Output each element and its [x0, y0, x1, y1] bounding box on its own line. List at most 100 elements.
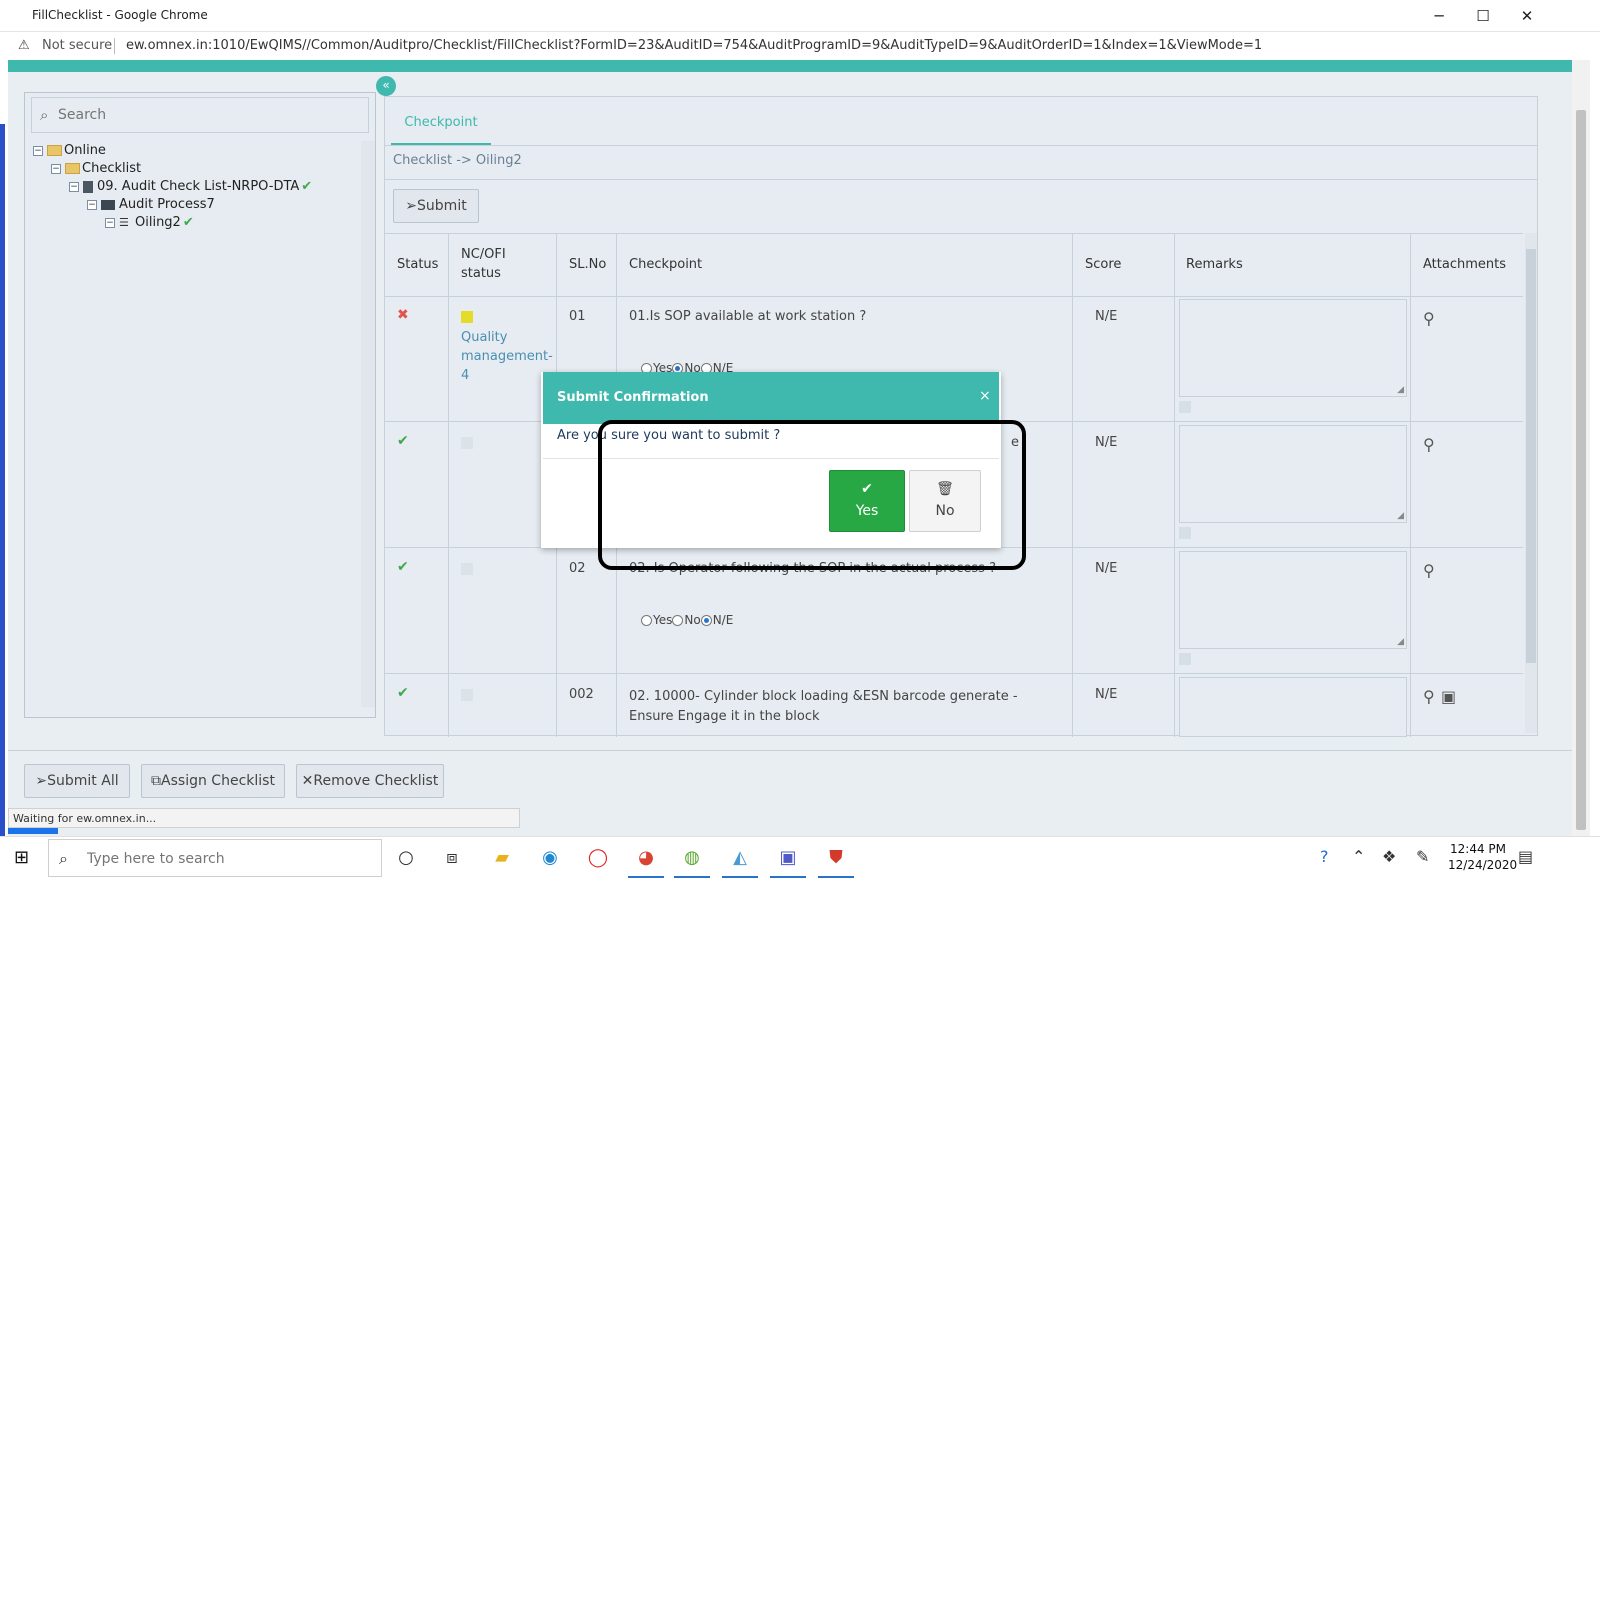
tree-item-checklist[interactable]: − Checklist [51, 161, 141, 176]
radio-ne[interactable] [700, 614, 712, 626]
paperclip-icon[interactable]: ⚲ [1423, 435, 1435, 454]
loading-indicator [8, 828, 58, 834]
utorrent-icon[interactable]: ◍ [672, 843, 712, 878]
paperclip-icon[interactable]: ⚲ [1423, 687, 1435, 706]
url-text[interactable]: ew.omnex.in:1010/EwQIMS//Common/Auditpro… [126, 38, 1262, 53]
tree-item-audit-process[interactable]: − Audit Process7 [87, 197, 215, 212]
app-icon[interactable]: ◭ [720, 843, 760, 878]
remarks-checkbox[interactable] [1179, 653, 1191, 665]
warning-icon[interactable]: ⚠ [18, 38, 30, 53]
radio-label: No [684, 613, 701, 627]
remove-icon: ✕ [301, 773, 314, 789]
resize-grip-icon[interactable]: ◢ [1397, 511, 1404, 521]
minimize-icon[interactable]: ─ [1422, 4, 1456, 28]
nc-status-square [461, 311, 473, 323]
footer-divider [8, 750, 1574, 751]
collapse-node-icon[interactable]: − [51, 163, 61, 174]
page-scroll-thumb[interactable] [1576, 110, 1586, 830]
remarks-textarea[interactable]: ◢ [1179, 299, 1407, 397]
paperclip-icon[interactable]: ⚲ [1423, 309, 1435, 328]
nc-status-label[interactable]: Quality management-4 [461, 328, 553, 385]
assign-label: Assign Checklist [161, 773, 275, 789]
file-explorer-icon[interactable]: ▰ [482, 843, 522, 873]
search-icon: ⌕ [40, 106, 49, 124]
opera-icon[interactable]: ◯ [578, 843, 618, 873]
check-icon: ✔ [182, 215, 194, 230]
col-checkpoint[interactable]: Checkpoint [629, 257, 702, 272]
tree-item-audit-check-list[interactable]: − 09. Audit Check List-NRPO-DTA ✔ [69, 179, 312, 194]
collapse-node-icon[interactable]: − [105, 217, 115, 228]
dropbox-icon[interactable]: ❖ [1382, 847, 1396, 866]
task-view-icon[interactable]: ⧈ [432, 843, 472, 873]
remarks-textarea[interactable] [1179, 677, 1407, 737]
radio-no[interactable] [672, 614, 684, 626]
breadcrumb: Checklist -> Oiling2 [393, 153, 522, 168]
cortana-icon[interactable]: ○ [386, 843, 426, 873]
document-icon [83, 180, 93, 193]
clock-time[interactable]: 12:44 PM [1448, 842, 1508, 856]
remarks-checkbox[interactable] [1179, 401, 1191, 413]
chevron-up-icon[interactable]: ⌃ [1352, 847, 1365, 866]
taskbar-search[interactable]: ⌕ [48, 839, 382, 877]
page-scrollbar[interactable] [1572, 60, 1590, 850]
col-score[interactable]: Score [1085, 257, 1121, 272]
col-sl-no[interactable]: SL.No [569, 257, 606, 272]
address-bar[interactable]: ⚠ Not secure ew.omnex.in:1010/EwQIMS//Co… [0, 32, 1600, 60]
notification-icon[interactable]: ▤ [1518, 847, 1533, 866]
remarks-checkbox[interactable] [1179, 527, 1191, 539]
send-icon: ➢ [35, 773, 48, 789]
document-view-icon[interactable]: ▣ [1441, 687, 1456, 706]
tree-scrollbar[interactable] [361, 141, 375, 707]
assign-checklist-button[interactable]: ⧉Assign Checklist [141, 764, 285, 798]
chrome-icon[interactable]: ◕ [626, 843, 666, 878]
tab-checkpoint[interactable]: Checkpoint [391, 101, 491, 145]
help-icon[interactable]: ? [1320, 847, 1329, 866]
collapse-node-icon[interactable]: − [69, 181, 79, 192]
resize-grip-icon[interactable]: ◢ [1397, 385, 1404, 395]
column-divider [448, 233, 449, 737]
collapse-node-icon[interactable]: − [33, 145, 43, 156]
col-nc-ofi[interactable]: NC/OFI status [461, 245, 531, 283]
col-status[interactable]: Status [397, 257, 438, 272]
table-scrollbar[interactable] [1525, 233, 1537, 733]
paperclip-icon[interactable]: ⚲ [1423, 561, 1435, 580]
remove-checklist-button[interactable]: ✕Remove Checklist [296, 764, 444, 798]
radio-yes[interactable] [641, 614, 652, 626]
taskbar: ⊞ ⌕ ○ ⧈ ▰ ◉ ◯ ◕ ◍ ◭ ▣ ⛊ ? ⌃ ❖ ✎ 12:44 PM… [0, 836, 1600, 878]
resize-grip-icon[interactable]: ◢ [1397, 637, 1404, 647]
col-remarks[interactable]: Remarks [1186, 257, 1243, 272]
clock-date[interactable]: 12/24/2020 [1448, 858, 1517, 872]
tree-item-label: Online [64, 143, 106, 158]
remarks-textarea[interactable]: ◢ [1179, 425, 1407, 523]
col-attachments[interactable]: Attachments [1423, 257, 1506, 272]
edge-icon[interactable]: ◉ [530, 843, 570, 873]
submit-label: Submit [417, 198, 467, 214]
tree-item-online[interactable]: − Online [33, 143, 106, 158]
tree-search[interactable]: ⌕ [31, 97, 369, 133]
tree-item-label: 09. Audit Check List-NRPO-DTA [97, 179, 300, 194]
scroll-thumb[interactable] [1526, 249, 1536, 663]
remove-label: Remove Checklist [313, 773, 439, 789]
collapse-panel-button[interactable]: « [376, 76, 396, 96]
score: N/E [1095, 309, 1118, 324]
security-app-icon[interactable]: ⛊ [816, 843, 856, 878]
maximize-icon[interactable]: ☐ [1466, 4, 1500, 28]
close-icon[interactable]: × [979, 388, 991, 404]
close-window-icon[interactable]: ✕ [1510, 4, 1544, 28]
teams-icon[interactable]: ▣ [768, 843, 808, 878]
security-label[interactable]: Not secure [42, 38, 112, 53]
status-ok-icon: ✔ [397, 685, 409, 701]
pen-icon[interactable]: ✎ [1416, 847, 1429, 866]
answer-radio-group[interactable]: Yes No N/E [641, 613, 733, 627]
tree-item-oiling2[interactable]: − ☰ Oiling2 ✔ [105, 215, 194, 230]
collapse-node-icon[interactable]: − [87, 199, 97, 210]
tree-search-input[interactable] [58, 104, 358, 126]
status-fail-icon: ✖ [397, 307, 409, 323]
submit-all-button[interactable]: ➢Submit All [24, 764, 130, 798]
column-divider [1174, 233, 1175, 737]
taskbar-search-input[interactable] [87, 849, 367, 869]
remarks-textarea[interactable]: ◢ [1179, 551, 1407, 649]
windows-start-icon[interactable]: ⊞ [14, 847, 29, 868]
submit-button[interactable]: ➢Submit [393, 189, 479, 223]
sl-no: 01 [569, 309, 586, 324]
